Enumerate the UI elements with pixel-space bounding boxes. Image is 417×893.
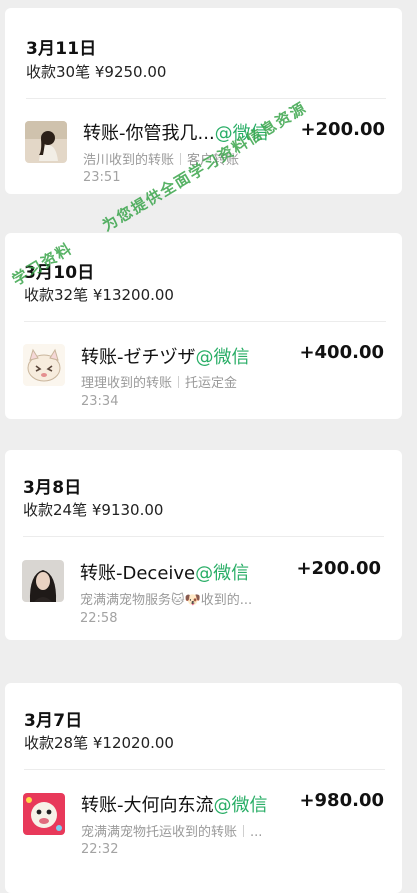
- day-date: 3月11日: [26, 39, 97, 59]
- separator: [178, 376, 180, 388]
- transaction-row[interactable]: 转账-你管我几...@微信 +200.00 浩川收到的转账 客户转账 23:51: [5, 99, 402, 194]
- transaction-amount: +980.00: [299, 790, 384, 811]
- transaction-row[interactable]: 转账-Deceive@微信 +200.00 宠满满宠物服务🐱🐶收到的... 22…: [5, 537, 402, 640]
- transfer-name: 转账-ゼチヅザ: [81, 347, 196, 368]
- wechat-source: @微信: [195, 563, 250, 584]
- wechat-source: @微信: [213, 795, 268, 816]
- note-text: 托运定金: [185, 376, 238, 391]
- receiver-text: 宠满满宠物服务🐱🐶收到的...: [80, 593, 253, 608]
- transaction-detail: 宠满满宠物托运收到的转账...: [81, 821, 262, 840]
- transaction-amount: +200.00: [300, 119, 385, 140]
- transaction-title: 转账-Deceive@微信: [80, 559, 249, 585]
- day-summary: 收款28笔 ¥12020.00: [24, 734, 174, 752]
- transaction-detail: 理理收到的转账 托运定金: [81, 372, 237, 391]
- separator: [243, 825, 245, 837]
- transfer-name: 转账-你管我几...: [83, 123, 215, 144]
- transaction-title: 转账-大何向东流@微信: [81, 791, 268, 817]
- day-date: 3月8日: [23, 478, 82, 498]
- transaction-time: 22:58: [80, 611, 118, 626]
- day-card-0307: 3月7日 收款28笔 ¥12020.00 转账-大何向东流@微信 +980.00…: [5, 683, 402, 893]
- transfer-name: 转账-Deceive: [80, 563, 196, 584]
- separator: [180, 153, 182, 165]
- transaction-time: 23:34: [81, 394, 119, 409]
- transfer-name: 转账-大何向东流: [81, 795, 214, 816]
- avatar: [23, 793, 65, 835]
- avatar: [23, 344, 65, 386]
- transaction-time: 23:51: [83, 170, 121, 185]
- wechat-source: @微信: [195, 347, 250, 368]
- transaction-title: 转账-ゼチヅザ@微信: [81, 343, 250, 369]
- transaction-amount: +200.00: [296, 558, 381, 579]
- transaction-amount: +400.00: [299, 342, 384, 363]
- avatar: [22, 560, 64, 602]
- note-text: ...: [250, 825, 263, 840]
- transaction-detail: 宠满满宠物服务🐱🐶收到的...: [80, 589, 252, 608]
- day-summary: 收款24笔 ¥9130.00: [23, 501, 164, 519]
- transaction-row[interactable]: 转账-大何向东流@微信 +980.00 宠满满宠物托运收到的转账... 22:3…: [5, 770, 402, 880]
- receiver-text: 宠满满宠物托运收到的转账: [81, 825, 238, 840]
- receiver-text: 理理收到的转账: [81, 376, 173, 391]
- avatar: [25, 121, 67, 163]
- transaction-row[interactable]: 转账-ゼチヅザ@微信 +400.00 理理收到的转账 托运定金 23:34: [5, 322, 402, 419]
- day-card-0308: 3月8日 收款24笔 ¥9130.00 转账-Deceive@微信 +200.0…: [5, 450, 402, 640]
- receiver-text: 浩川收到的转账: [83, 153, 175, 168]
- transaction-time: 22:32: [81, 842, 119, 857]
- day-summary: 收款32笔 ¥13200.00: [24, 286, 174, 304]
- day-date: 3月7日: [24, 711, 83, 731]
- day-summary: 收款30笔 ¥9250.00: [26, 63, 167, 81]
